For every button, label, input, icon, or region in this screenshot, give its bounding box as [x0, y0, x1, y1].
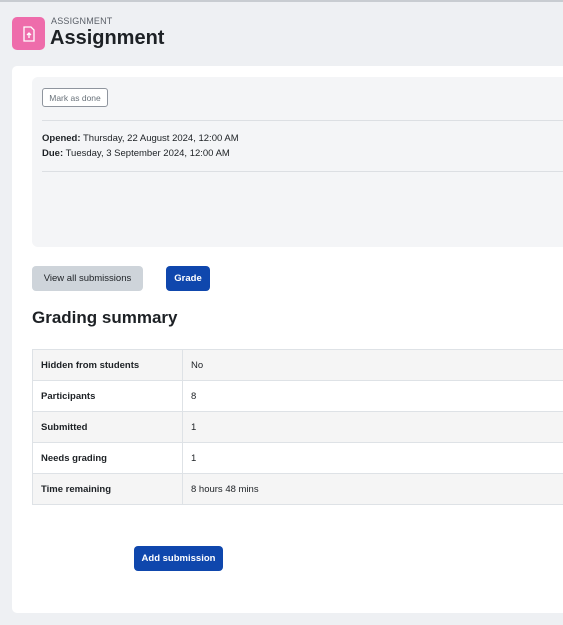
- table-row: Submitted 1: [32, 411, 563, 443]
- view-all-submissions-button[interactable]: View all submissions: [32, 266, 143, 291]
- table-row: Time remaining 8 hours 48 mins: [32, 473, 563, 505]
- opened-label: Opened:: [42, 133, 81, 144]
- row-value: 1: [182, 442, 563, 474]
- divider: [42, 120, 563, 121]
- row-label: Participants: [32, 380, 183, 412]
- opened-value: Thursday, 22 August 2024, 12:00 AM: [83, 133, 239, 144]
- row-value: 1: [182, 411, 563, 443]
- row-label: Submitted: [32, 411, 183, 443]
- row-value: 8: [182, 380, 563, 412]
- page-title: Assignment: [50, 27, 165, 49]
- header-pretitle: ASSIGNMENT: [51, 16, 113, 26]
- table-row: Needs grading 1: [32, 442, 563, 474]
- mark-as-done-button[interactable]: Mark as done: [42, 88, 108, 107]
- activity-dates: Opened: Thursday, 22 August 2024, 12:00 …: [42, 131, 239, 161]
- due-label: Due:: [42, 148, 64, 159]
- row-value: 8 hours 48 mins: [182, 473, 563, 505]
- grading-summary-heading: Grading summary: [32, 308, 178, 327]
- table-row: Participants 8: [32, 380, 563, 412]
- row-label: Hidden from students: [32, 349, 183, 381]
- assignment-upload-icon: [12, 17, 45, 50]
- add-submission-button[interactable]: Add submission: [134, 546, 223, 571]
- grade-button[interactable]: Grade: [166, 266, 210, 291]
- activity-info-panel: Mark as done Opened: Thursday, 22 August…: [32, 77, 563, 247]
- divider: [42, 171, 563, 172]
- due-value: Tuesday, 3 September 2024, 12:00 AM: [65, 148, 230, 159]
- row-value: No: [182, 349, 563, 381]
- main-card: Mark as done Opened: Thursday, 22 August…: [12, 66, 563, 613]
- row-label: Needs grading: [32, 442, 183, 474]
- row-label: Time remaining: [32, 473, 183, 505]
- grading-summary-table: Hidden from students No Participants 8 S…: [32, 349, 563, 505]
- table-row: Hidden from students No: [32, 349, 563, 381]
- top-border: [0, 0, 563, 2]
- opened-date: Opened: Thursday, 22 August 2024, 12:00 …: [42, 131, 239, 146]
- due-date: Due: Tuesday, 3 September 2024, 12:00 AM: [42, 146, 239, 161]
